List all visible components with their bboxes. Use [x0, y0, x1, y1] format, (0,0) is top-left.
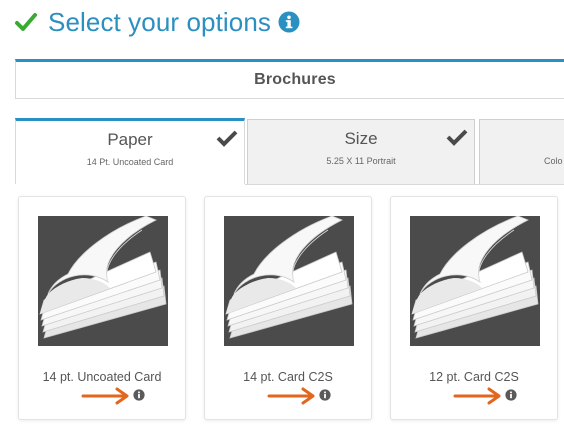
- paper-option-card[interactable]: 14 pt. Uncoated Card: [18, 196, 186, 420]
- paper-option-card[interactable]: 14 pt. Card C2S: [204, 196, 372, 420]
- section-header: Select your options: [14, 4, 300, 40]
- product-type-bar[interactable]: Brochures: [15, 59, 564, 99]
- info-circle-icon[interactable]: [319, 389, 331, 401]
- info-circle-icon[interactable]: [505, 389, 517, 401]
- orange-arrow-icon: [453, 387, 501, 405]
- tabs-divider: [245, 184, 564, 185]
- tab-label: Paper: [107, 130, 153, 149]
- paper-option-card[interactable]: 12 pt. Card C2S: [390, 196, 558, 420]
- tab-color[interactable]: Colo: [479, 119, 564, 185]
- check-icon: [15, 13, 37, 31]
- tab-paper[interactable]: Paper 14 Pt. Uncoated Card: [15, 118, 245, 184]
- tab-label: Size: [344, 129, 378, 148]
- page-title: Select your options: [48, 6, 272, 37]
- checkmark-icon: [446, 129, 468, 146]
- checkmark-icon: [216, 130, 238, 147]
- tab-size[interactable]: Size 5.25 X 11 Portrait: [247, 119, 475, 185]
- orange-arrow-icon: [81, 387, 129, 405]
- product-type-label: Brochures: [254, 71, 336, 88]
- tab-selected-value: 5.25 X 11 Portrait: [326, 156, 396, 166]
- paper-option-name: 14 pt. Card C2S: [243, 370, 333, 384]
- tab-selected-value: Colo: [544, 156, 563, 166]
- paper-option-name: 12 pt. Card C2S: [429, 370, 519, 384]
- paper-stack-image: [224, 216, 354, 346]
- tab-selected-value: 14 Pt. Uncoated Card: [86, 157, 174, 167]
- paper-option-name: 14 pt. Uncoated Card: [42, 370, 162, 384]
- paper-stack-image: [410, 216, 540, 346]
- orange-arrow-icon: [267, 387, 315, 405]
- paper-stack-image: [38, 216, 168, 346]
- info-circle-icon[interactable]: [278, 11, 300, 33]
- info-circle-icon[interactable]: [133, 389, 145, 401]
